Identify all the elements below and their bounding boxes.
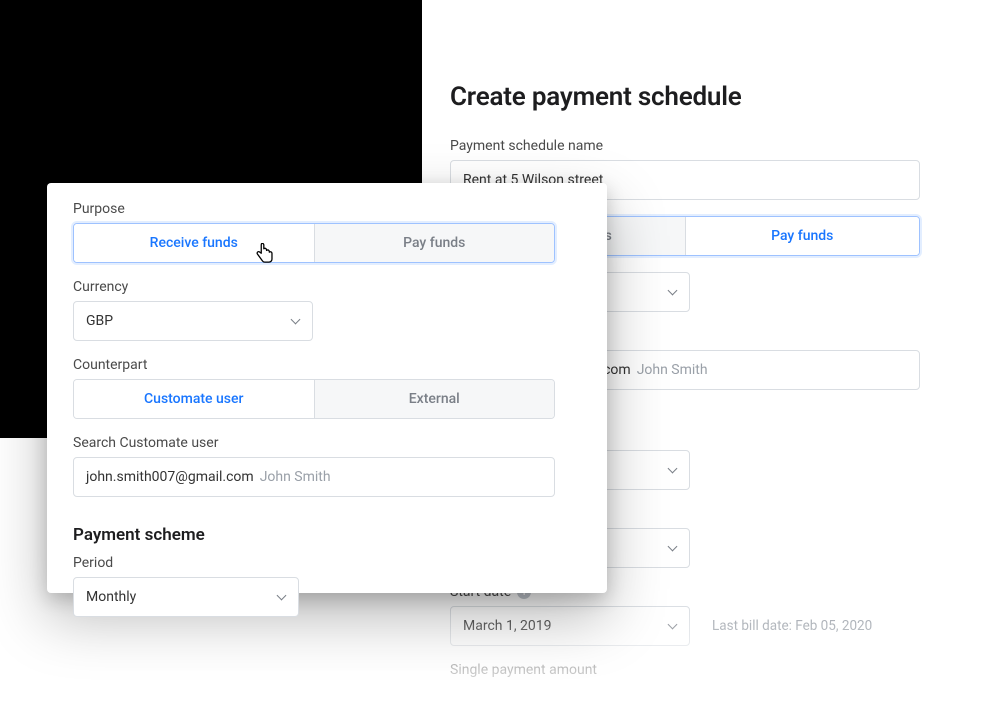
currency-select-front[interactable]: GBP <box>73 301 313 341</box>
purpose-receive-front[interactable]: Receive funds <box>74 224 314 262</box>
last-bill-hint: Last bill date: Feb 05, 2020 <box>712 618 872 634</box>
purpose-field-front: Purpose Receive funds Pay funds <box>73 201 581 263</box>
purpose-panel: Purpose Receive funds Pay funds Currency… <box>47 183 607 593</box>
search-user-name-front: John Smith <box>260 469 331 485</box>
purpose-label-front: Purpose <box>73 201 581 217</box>
currency-label-front: Currency <box>73 279 581 295</box>
search-user-value-front: john.smith007@gmail.com <box>86 469 254 485</box>
period-label: Period <box>73 555 581 571</box>
search-user-input-front[interactable]: john.smith007@gmail.com John Smith <box>73 457 555 497</box>
chevron-down-icon <box>667 465 677 475</box>
payment-scheme-heading: Payment scheme <box>73 525 581 545</box>
purpose-pay-back[interactable]: Pay funds <box>685 217 920 255</box>
counterpart-segmented: Customate user External <box>73 379 555 419</box>
single-amount-label: Single payment amount <box>450 662 920 678</box>
schedule-name-label: Payment schedule name <box>450 138 920 154</box>
start-date-value: March 1, 2019 <box>463 618 552 634</box>
purpose-pay-front[interactable]: Pay funds <box>314 224 555 262</box>
currency-value-front: GBP <box>86 313 113 329</box>
period-value: Monthly <box>86 589 136 605</box>
page-title: Create payment schedule <box>450 82 920 112</box>
period-select[interactable]: Monthly <box>73 577 299 617</box>
chevron-down-icon <box>276 592 286 602</box>
search-user-name-back: John Smith <box>637 362 708 378</box>
chevron-down-icon <box>667 287 677 297</box>
counterpart-external[interactable]: External <box>314 380 555 418</box>
single-amount-field: Single payment amount <box>450 662 920 678</box>
search-user-field-front: Search Customate user john.smith007@gmai… <box>73 435 581 497</box>
chevron-down-icon <box>290 316 300 326</box>
search-user-label-front: Search Customate user <box>73 435 581 451</box>
currency-field-front: Currency GBP <box>73 279 581 341</box>
chevron-down-icon <box>667 621 677 631</box>
period-field: Period Monthly <box>73 555 581 617</box>
purpose-segmented-front: Receive funds Pay funds <box>73 223 555 263</box>
chevron-down-icon <box>667 543 677 553</box>
counterpart-field: Counterpart Customate user External <box>73 357 581 419</box>
counterpart-customate[interactable]: Customate user <box>74 380 314 418</box>
counterpart-label: Counterpart <box>73 357 581 373</box>
